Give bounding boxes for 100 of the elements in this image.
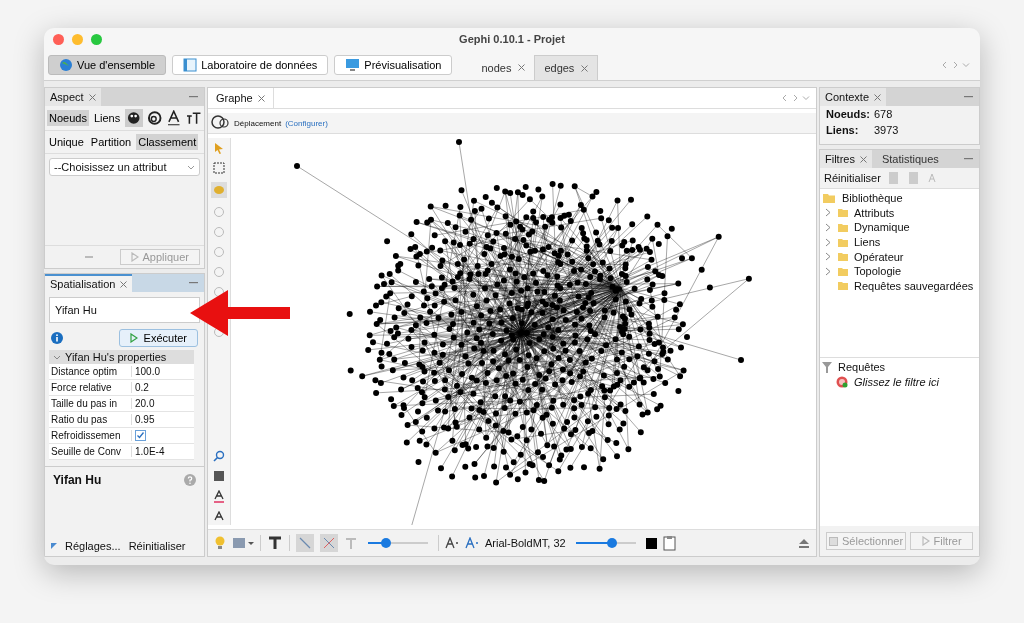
property-group-header[interactable]: Yifan Hu's properties [49,350,194,364]
minimize-icon[interactable] [189,96,198,98]
export-icon[interactable] [886,171,901,185]
label-color-icon[interactable] [166,109,182,127]
hand-icon[interactable] [211,182,227,198]
target-tab[interactable]: Liens [91,110,123,126]
property-name: Refroidissemen [49,430,132,441]
property-value[interactable]: 100.0 [132,366,161,377]
tree-item[interactable]: Liens [854,236,881,249]
rectangle-select-icon[interactable] [213,162,225,174]
layout-dropdown[interactable]: Yifan Hu [49,297,200,323]
label-color-swatch[interactable] [645,537,657,549]
close-icon[interactable] [257,94,265,102]
reset-button[interactable]: Réinitialiser [824,172,881,184]
panel-tab[interactable]: Contexte [820,88,887,106]
zoom-icon[interactable] [213,450,225,462]
target-tab[interactable]: Noeuds [47,110,89,126]
background-color-icon[interactable] [213,470,225,482]
property-name: Force relative [49,382,132,393]
property-value[interactable]: 0.95 [132,414,155,425]
property-name: Seuille de Conv [49,446,132,457]
close-icon[interactable] [874,93,882,101]
globe-icon [59,58,73,72]
stat-value: 678 [874,108,893,120]
property-name: Ratio du pas [49,414,132,425]
workspace-button[interactable]: Laboratoire de données [172,55,329,75]
tree-item[interactable]: Attributs [854,206,895,219]
property-name: Taille du pas in [49,398,132,409]
font-name[interactable]: Arial-BoldMT, 32 [485,537,566,549]
panel-tab[interactable]: Statistiques [871,150,949,168]
help-icon[interactable] [184,474,196,486]
save-icon[interactable] [906,171,921,185]
eject-icon[interactable] [798,538,810,548]
close-icon[interactable] [120,280,128,288]
workspace-button[interactable]: Prévisualisation [334,55,453,75]
tab-navigation-icon[interactable] [942,61,970,69]
mode-tab[interactable]: Unique [47,134,86,150]
clipboard-icon[interactable] [662,535,677,551]
property-checkbox[interactable] [135,430,146,441]
workspace-button[interactable]: Vue d'ensemble [48,55,167,75]
tree-item[interactable]: Opérateur [854,250,904,263]
presets-link[interactable]: Réglages... [65,540,121,552]
lightbulb-icon[interactable] [214,535,226,551]
size-icon[interactable] [145,109,164,127]
edge-label-icon[interactable] [344,536,358,550]
font-scale-icon[interactable] [465,537,479,549]
tool-icon[interactable] [213,286,225,298]
funnel-icon [822,361,832,374]
zoom-icon[interactable] [91,33,102,45]
presets-icon [51,543,57,549]
label-size-icon[interactable] [184,109,202,127]
target-icon [836,375,848,388]
configure-link[interactable]: (Configurer) [285,118,328,128]
panel-tab[interactable]: Aspect [45,88,101,106]
document-tab[interactable]: edges [534,55,599,80]
monitor-icon [345,58,361,72]
minimize-icon[interactable] [72,33,83,45]
property-name: Distance optim [49,366,132,377]
folder-icon [822,192,836,205]
document-tab[interactable]: nodes [472,55,535,80]
close-icon[interactable] [581,64,589,72]
text-icon[interactable] [267,535,283,551]
stat-value: 3973 [874,124,899,136]
info-icon[interactable] [51,332,63,344]
mode-tab[interactable]: Partition [88,134,134,150]
stat-label: Liens: [826,124,860,136]
run-button[interactable]: Exécuter [118,329,198,347]
font-icon[interactable] [214,511,224,521]
pointer-icon[interactable] [213,142,225,154]
attribute-dropdown[interactable]: --Choisissez un attribut [49,158,200,176]
algorithm-description: Yifan Hu [53,473,102,487]
window-title: Gephi 0.10.1 - Projet [459,33,565,45]
mode-tab[interactable]: Classement [136,134,199,150]
tree-item[interactable]: Requêtes sauvegardées [854,279,974,292]
drop-hint: Glissez le filtre ici [854,375,939,388]
tab-navigation-icon[interactable] [782,94,810,102]
minimize-icon[interactable] [189,282,198,284]
panel-tab[interactable]: Filtres [820,150,872,168]
tree-item[interactable]: Bibliothèque [842,192,903,205]
close-icon[interactable] [53,33,64,45]
panel-tab[interactable]: Spatialisation [45,274,133,292]
property-value[interactable]: 1.0E-4 [132,446,165,457]
reset-link[interactable]: Réinitialiser [128,540,186,552]
property-value[interactable]: 20.0 [132,398,155,409]
font-size-icon[interactable] [445,537,459,549]
property-value[interactable]: 0.2 [132,382,149,393]
screenshot-icon[interactable] [232,536,254,550]
close-icon[interactable] [88,93,96,101]
drag-handle-icon [85,256,93,258]
edge-color-icon[interactable] [320,534,338,552]
close-icon[interactable] [518,64,526,71]
tree-item[interactable]: Topologie [854,265,902,278]
play-icon [921,536,930,546]
close-icon[interactable] [859,155,867,163]
palette-icon[interactable] [125,109,143,127]
minimize-icon[interactable] [964,96,973,98]
tree-item[interactable]: Dynamique [854,221,910,234]
font-color-icon[interactable] [213,490,225,503]
edge-icon[interactable] [296,534,314,552]
minimize-icon[interactable] [964,158,973,160]
